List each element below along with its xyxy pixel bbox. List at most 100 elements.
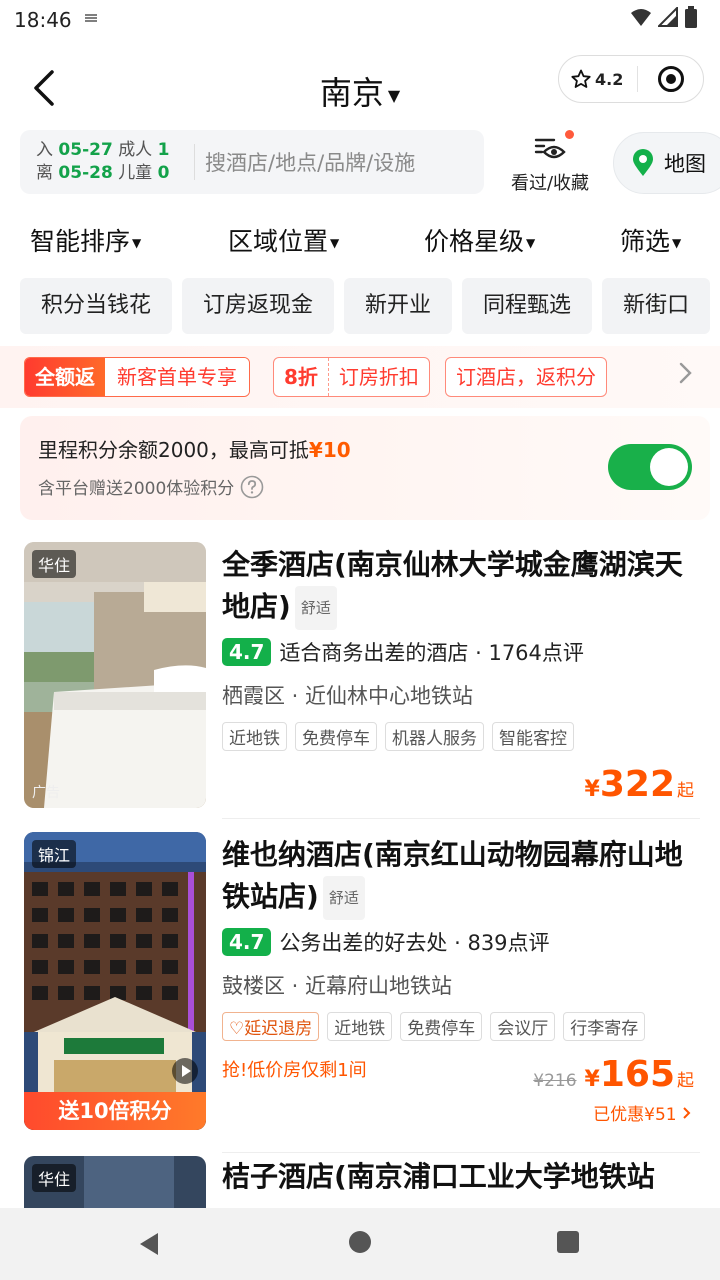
close-target-button[interactable] — [638, 65, 703, 93]
hotel-brand-badge: 华住 — [32, 1164, 77, 1192]
original-price: ¥216 — [533, 1071, 577, 1091]
favorites-button[interactable]: 看过/收藏 — [502, 130, 598, 195]
hotel-card[interactable]: 锦江 送10倍积分 维也纳酒店(南京红山动物园幕府山地铁站店) 舒适 4.7 公务… — [0, 832, 720, 1136]
battery-icon — [685, 6, 697, 28]
chip-xinjiekou[interactable]: 新街口 — [602, 278, 711, 334]
chip-new-open[interactable]: 新开业 — [344, 278, 453, 334]
caret-down-icon: ▼ — [387, 85, 401, 105]
hotel-tag: 免费停车 — [400, 1012, 483, 1041]
heart-icon: ♡ — [229, 1019, 245, 1039]
map-pin-icon — [633, 149, 653, 176]
hotel-name-text: 维也纳酒店(南京红山动物园幕府山地铁站店) — [222, 838, 683, 913]
date-guest-selector[interactable]: 入 05-27 成人 1 离 05-28 儿童 0 — [20, 139, 190, 185]
sort-price-star[interactable]: 价格星级 ▼ — [424, 222, 535, 258]
eye-icon — [534, 138, 566, 159]
points-subtitle-text: 含平台赠送2000体验积分 — [38, 479, 235, 499]
city-name: 南京 — [319, 74, 384, 112]
promo-more-button[interactable] — [678, 360, 694, 390]
hotel-image[interactable]: 锦江 送10倍积分 — [24, 832, 206, 1130]
promo-full-refund[interactable]: 全额返 新客首单专享 — [24, 357, 250, 397]
checkin-label: 入 — [36, 140, 53, 160]
hotel-price: ¥216 ¥165 起 — [533, 1054, 694, 1095]
hotel-building-photo — [24, 832, 206, 1130]
hotel-name-text: 全季酒店(南京仙林大学城金鹰湖滨天地店) — [222, 548, 683, 623]
hotel-name[interactable]: 维也纳酒店(南京红山动物园幕府山地铁站店) 舒适 — [222, 834, 702, 920]
points-card: 里程积分余额2000，最高可抵¥10 含平台赠送2000体验积分 — [20, 416, 710, 520]
notification-icon — [84, 12, 98, 28]
system-nav-bar — [0, 1208, 720, 1280]
checkin-date: 05-27 — [58, 140, 113, 160]
star-icon — [571, 69, 591, 88]
hotel-brand-badge: 锦江 — [32, 840, 77, 868]
signal-icon — [658, 7, 678, 27]
chip-cashback[interactable]: 订房返现金 — [182, 278, 335, 334]
triangle-back-icon — [140, 1233, 158, 1255]
hotel-image[interactable]: 华住 广告 — [24, 542, 206, 808]
mini-program-capsule: 4.2 — [558, 55, 704, 103]
promo-discount-tag: 8折 — [274, 358, 329, 396]
quick-filter-chips: 积分当钱花 订房返现金 新开业 同程甄选 新街口 — [20, 278, 720, 336]
discount-detail-link[interactable]: 已优惠¥51 — [593, 1100, 692, 1125]
sort-filter[interactable]: 筛选 ▼ — [620, 222, 681, 258]
hotel-tag: 会议厅 — [490, 1012, 556, 1041]
promo-discount[interactable]: 8折 订房折扣 — [273, 357, 430, 397]
nav-recents-button[interactable] — [556, 1230, 580, 1258]
play-video-icon[interactable] — [172, 1058, 198, 1084]
help-icon[interactable] — [240, 475, 264, 499]
status-bar: 18:46 — [0, 0, 720, 40]
chevron-right-icon — [679, 362, 692, 384]
hotel-room-photo — [24, 542, 206, 808]
map-button[interactable]: 地图 — [613, 132, 720, 194]
status-time: 18:46 — [14, 8, 72, 32]
hotel-level-badge: 舒适 — [322, 876, 365, 920]
hotel-tag: 智能客控 — [492, 722, 574, 751]
favorites-label: 看过/收藏 — [510, 173, 590, 194]
hotel-name[interactable]: 全季酒店(南京仙林大学城金鹰湖滨天地店) 舒适 — [222, 544, 702, 630]
hotel-name[interactable]: 桔子酒店(南京浦口工业大学地铁站 — [222, 1156, 702, 1198]
points-title: 里程积分余额2000，最高可抵¥10 — [38, 434, 351, 463]
hotel-tags: 近地铁 免费停车 机器人服务 智能客控 — [222, 722, 574, 751]
promo-points[interactable]: 订酒店，返积分 — [445, 357, 607, 397]
low-stock-notice: 抢!低价房仅剩1间 — [222, 1060, 367, 1081]
square-recents-icon — [557, 1231, 579, 1253]
points-subtitle: 含平台赠送2000体验积分 — [38, 474, 264, 499]
search-input[interactable]: 搜酒店/地点/品牌/设施 — [205, 147, 415, 177]
nav-back-button[interactable] — [136, 1230, 162, 1262]
chip-points[interactable]: 积分当钱花 — [20, 278, 173, 334]
hotel-address: 鼓楼区 · 近幕府山地铁站 — [222, 974, 453, 998]
checkout-label: 离 — [36, 163, 53, 183]
hotel-tags: ♡延迟退房 近地铁 免费停车 会议厅 行李寄存 — [222, 1012, 646, 1041]
hotel-tag: 机器人服务 — [385, 722, 484, 751]
promo-full-refund-tag: 全额返 — [25, 358, 105, 396]
sort-area[interactable]: 区域位置 ▼ — [228, 222, 339, 258]
children-label: 儿童 — [118, 163, 153, 183]
caret-down-icon: ▼ — [132, 236, 142, 250]
toggle-knob — [650, 448, 688, 486]
caret-down-icon: ▼ — [330, 236, 340, 250]
hotel-image[interactable]: 华住 — [24, 1156, 206, 1208]
sort-row: 智能排序 ▼ 区域位置 ▼ 价格星级 ▼ 筛选 ▼ — [0, 218, 720, 262]
rating-button[interactable]: 4.2 — [559, 69, 637, 89]
chip-selected[interactable]: 同程甄选 — [462, 278, 593, 334]
hotel-tag: 行李寄存 — [563, 1012, 646, 1041]
children-count: 0 — [157, 163, 170, 183]
hotel-card[interactable]: 华住 广告 全季酒店(南京仙林大学城金鹰湖滨天地店) 舒适 4.7 适合商务出差的… — [0, 542, 720, 822]
adults-label: 成人 — [118, 140, 153, 160]
hotel-tag: 免费停车 — [295, 722, 377, 751]
adults-count: 1 — [157, 140, 170, 160]
hotel-score: 4.7 — [222, 638, 272, 666]
bonus-points-banner: 送10倍积分 — [24, 1092, 206, 1130]
caret-down-icon: ▼ — [526, 236, 536, 250]
points-toggle[interactable] — [608, 444, 692, 490]
chevron-right-icon — [683, 1107, 691, 1119]
price-value: 322 — [599, 764, 675, 805]
promo-full-refund-text: 新客首单专享 — [105, 358, 249, 396]
price-currency: ¥ — [584, 777, 600, 802]
search-box[interactable]: 入 05-27 成人 1 离 05-28 儿童 0 搜酒店/地点/品牌/设施 — [20, 130, 484, 194]
nav-home-button[interactable] — [348, 1230, 372, 1258]
card-divider — [222, 818, 700, 819]
saved-amount: 已优惠¥51 — [593, 1105, 677, 1125]
sort-smart[interactable]: 智能排序 ▼ — [30, 222, 141, 258]
hotel-card[interactable]: 华住 桔子酒店(南京浦口工业大学地铁站 — [0, 1152, 720, 1208]
rating-value: 4.2 — [595, 69, 624, 89]
